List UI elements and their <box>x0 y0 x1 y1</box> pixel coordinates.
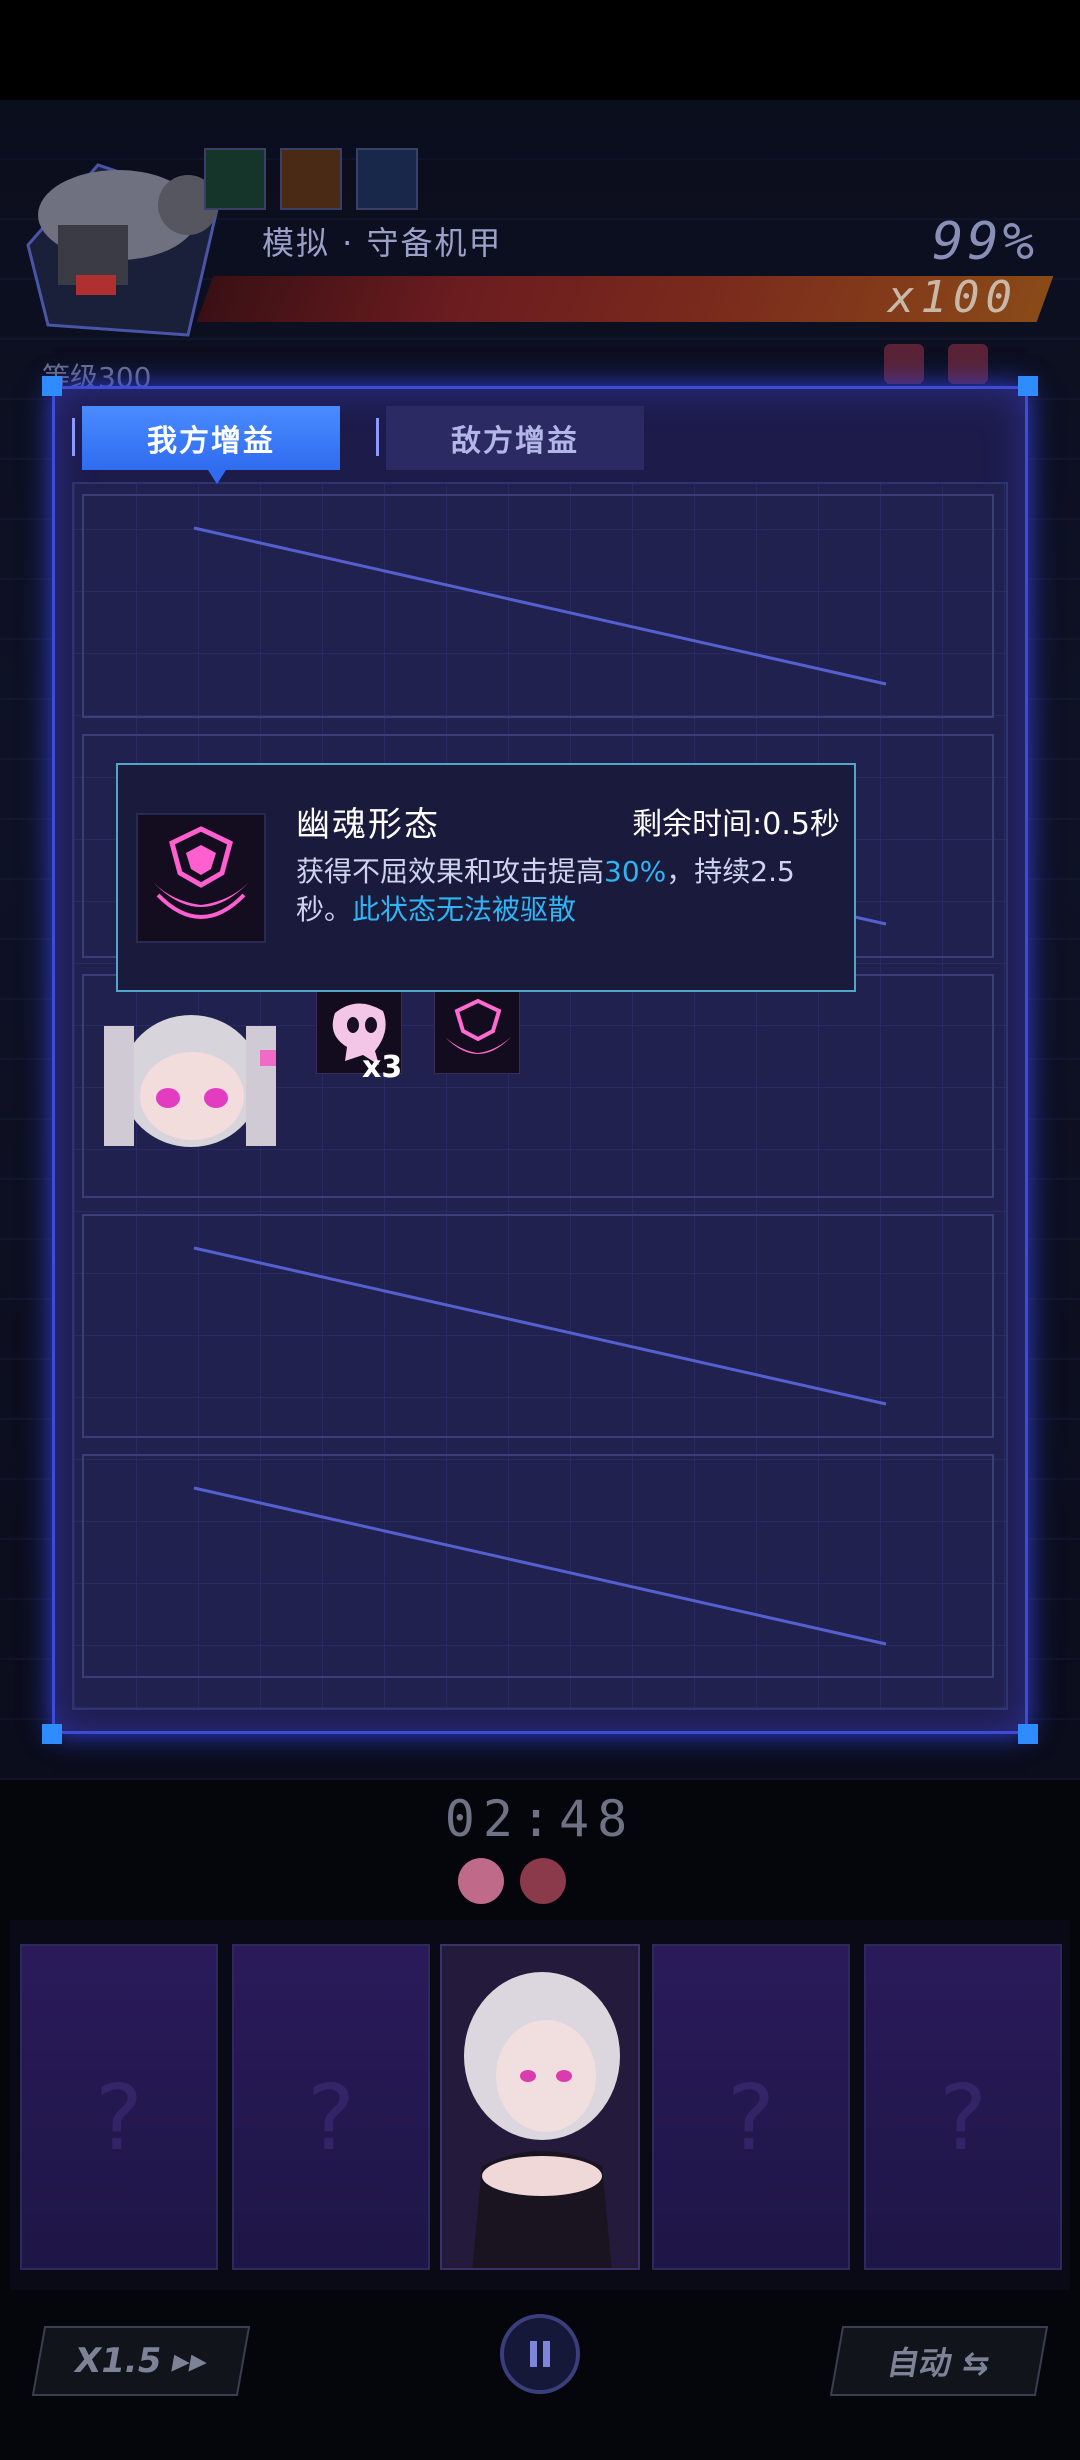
boss-name: 模拟 · 守备机甲 <box>262 224 503 262</box>
buff-tooltip: 幽魂形态 剩余时间:0.5秒 获得不屈效果和攻击提高30%，持续2.5秒。此状态… <box>116 763 856 992</box>
pause-icon <box>530 2341 550 2367</box>
character-card-active[interactable] <box>440 1944 640 2270</box>
buff-description: 获得不屈效果和攻击提高30%，持续2.5秒。此状态无法被驱散 <box>296 853 846 929</box>
green-slash-icon <box>204 148 266 210</box>
buff-desc-value: 30% <box>604 855 667 888</box>
winged-shield-icon[interactable] <box>434 990 520 1074</box>
buff-name: 幽魂形态 <box>296 805 440 845</box>
winged-shield-icon <box>520 1858 566 1904</box>
boss-trait-icon <box>884 344 924 384</box>
tab-ally-buffs[interactable]: 我方增益 <box>82 406 340 484</box>
fire-burst-icon <box>280 148 342 210</box>
ghost-icon <box>458 1858 504 1904</box>
speed-button[interactable]: X1.5 ▸▸ <box>31 2326 251 2396</box>
character-avatar[interactable] <box>96 986 282 1150</box>
buff-slot-empty <box>82 494 994 718</box>
character-card-empty[interactable]: ? <box>864 1944 1062 2270</box>
character-card-empty[interactable]: ? <box>20 1944 218 2270</box>
tab-separator <box>72 418 75 456</box>
buff-desc-note: 此状态无法被驱散 <box>352 893 577 926</box>
battle-timer: 02:48 <box>444 1790 636 1848</box>
blue-lightning-icon <box>356 148 418 210</box>
buff-remaining-time: 剩余时间:0.5秒 <box>632 807 840 842</box>
auto-button[interactable]: 自动 ⇆ <box>829 2326 1049 2396</box>
buff-slot-empty <box>82 1454 994 1678</box>
winged-shield-icon <box>136 813 266 943</box>
boss-mech-portrait <box>26 163 220 337</box>
boss-hp-percent: 99% <box>932 212 1038 272</box>
buff-desc-text: 获得不屈效果和攻击提高 <box>296 855 605 888</box>
panel-corner <box>1018 376 1038 396</box>
question-icon: ? <box>727 2066 775 2171</box>
boss-hp-bars-count: x100 <box>888 272 1018 323</box>
panel-corner <box>1018 1724 1038 1744</box>
panel-corner <box>42 376 62 396</box>
tab-separator <box>376 418 379 456</box>
pause-button[interactable] <box>500 2314 580 2394</box>
buff-stack-count: x3 <box>362 1050 403 1085</box>
character-card-empty[interactable]: ? <box>652 1944 850 2270</box>
character-card-empty[interactable]: ? <box>232 1944 430 2270</box>
boss-trait-icon <box>948 344 988 384</box>
question-icon: ? <box>95 2066 143 2171</box>
question-icon: ? <box>939 2066 987 2171</box>
buff-slot-empty <box>82 1214 994 1438</box>
panel-corner <box>42 1724 62 1744</box>
status-bar-area <box>0 0 1080 100</box>
tab-enemy-buffs[interactable]: 敌方增益 <box>386 406 644 470</box>
question-icon: ? <box>307 2066 355 2171</box>
